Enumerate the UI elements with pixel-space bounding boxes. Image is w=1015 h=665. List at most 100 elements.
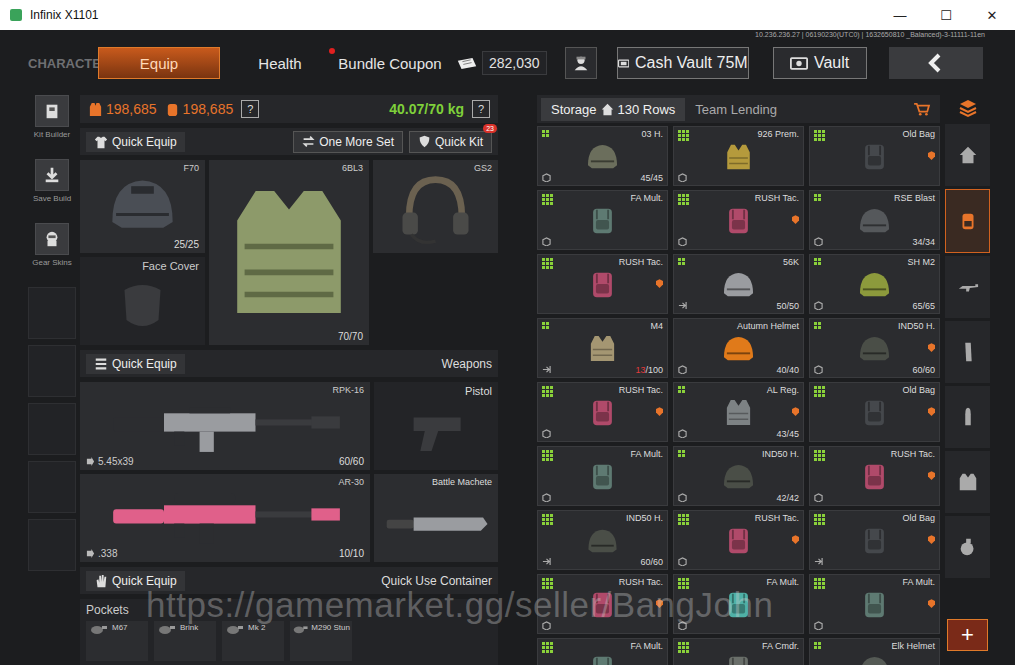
quick-equip-button[interactable]: Quick Equip [86,571,185,591]
quick-equip-button[interactable]: Quick Equip [86,354,185,374]
helmet-icon [86,173,199,239]
storage-item[interactable]: RUSH Tac. [537,254,668,314]
size-grid-icon [678,258,686,266]
storage-item[interactable]: FA Mult. [809,574,940,634]
storage-item[interactable]: RSE Blast34/34 [809,190,940,250]
helmet-icon [678,461,799,492]
insured-icon [656,407,663,416]
tool-button[interactable]: Save Build [33,159,71,203]
pocket-item[interactable]: Mk 2 [222,621,284,661]
gear-slot[interactable]: Face Cover [80,257,205,345]
exit-icon [542,557,551,566]
storage-item[interactable]: RUSH Tac. [537,574,668,634]
size-grid-icon [678,514,690,526]
box-icon [542,493,551,502]
machete-icon [380,487,492,559]
storage-item[interactable]: 56K50/50 [673,254,804,314]
storage-item[interactable]: RUSH Tac. [537,382,668,442]
storage-item[interactable]: IND50 H.42/42 [673,446,804,506]
storage-item[interactable]: AL Reg.43/45 [673,382,804,442]
pocket-item[interactable]: M290 Stun [290,621,352,661]
category-tab[interactable] [945,189,990,253]
storage-item[interactable]: FA Mult. [537,446,668,506]
container-title: Quick Use Container [381,574,492,588]
size-grid-icon [678,194,690,206]
category-tab[interactable] [945,321,990,383]
armor-stat: 198,685 [165,101,234,117]
profile-button[interactable] [565,47,597,79]
tool-button[interactable]: Gear Skins [32,223,72,267]
size-grid-icon [678,642,690,654]
durability: 42/42 [776,493,799,503]
pocket-item[interactable]: Brink [154,621,216,661]
storage-item[interactable]: IND50 H.60/60 [809,318,940,378]
storage-item[interactable]: FA Mult. [673,574,804,634]
add-button[interactable]: + [947,619,988,651]
durability: 50/50 [776,301,799,311]
durability: 43/45 [776,429,799,439]
backpack-icon [542,590,663,620]
sell-button[interactable] [908,97,936,121]
tool-button[interactable]: Kit Builder [34,95,70,139]
sidearm-slot[interactable]: Battle Machete [374,474,498,562]
storage-tab[interactable]: Team Lending [685,98,787,121]
insured-icon [928,151,935,160]
storage-item[interactable]: Old Bag [809,382,940,442]
category-tab[interactable] [945,256,990,318]
storage-item[interactable]: RUSH Tac. [673,190,804,250]
storage-tab[interactable]: Storage130 Rows [541,98,685,121]
one-more-set-button[interactable]: One More Set [293,131,403,153]
gear-slot[interactable]: F7025/25 [80,160,205,253]
storage-item[interactable]: M413/100 [537,318,668,378]
weapon-slot[interactable]: AR-30 .33810/10 [80,474,370,562]
storage-item[interactable]: RUSH Tac. [809,446,940,506]
backpack-icon [957,210,979,232]
gear-slot[interactable]: GS2 [373,160,498,253]
magazine-icon [957,341,979,363]
category-tab[interactable] [945,386,990,448]
vault-button[interactable]: Vault [773,47,867,79]
gear-slot[interactable]: 6BL370/70 [209,160,369,345]
storage-item[interactable]: Elk Helmet [809,638,940,665]
filter-button[interactable] [945,95,990,121]
watermark: https://gamemarket.gg/seller/BangJohn [146,585,773,625]
storage-item[interactable]: 03 H.45/45 [537,126,668,186]
nav-tab[interactable]: Health [240,48,320,78]
category-tab[interactable] [945,516,990,578]
size-grid-icon [678,130,690,142]
storage-item[interactable]: Autumn Helmet40/40 [673,318,804,378]
category-tab[interactable] [945,451,990,513]
box-icon [542,173,551,182]
category-tab[interactable] [945,124,990,186]
storage-item[interactable]: 926 Prem. [673,126,804,186]
storage-item[interactable]: Old Bag [809,510,940,570]
pocket-item[interactable]: M67 [86,621,148,661]
backpack-icon [678,654,799,665]
exit-icon [678,301,687,310]
storage-item[interactable]: FA Mult. [537,190,668,250]
empty-slot [28,461,76,513]
vault-button[interactable]: Cash Vault 75M [617,47,749,79]
back-button[interactable] [889,47,983,79]
window-control[interactable]: — [877,0,923,30]
insured-icon [792,407,799,416]
storage-item[interactable]: SH M265/65 [809,254,940,314]
help-button[interactable]: ? [241,100,259,118]
home-icon [957,144,979,166]
nav-tab[interactable]: Bundle Coupon [334,48,446,78]
storage-item[interactable]: IND50 H.60/60 [537,510,668,570]
help-button[interactable]: ? [472,100,490,118]
window-control[interactable]: ✕ [969,0,1015,30]
sidearm-slot[interactable]: Pistol [374,382,498,470]
weapon-slot[interactable]: RPK-16 5.45x3960/60 [80,382,370,470]
quick-equip-button[interactable]: Quick Equip [86,132,185,152]
storage-item[interactable]: FA Cmdr. [673,638,804,665]
storage-item[interactable]: RUSH Tac. [673,510,804,570]
storage-panel: Storage130 RowsTeam Lending 03 H.45/45926… [537,95,940,665]
window-control[interactable]: ☐ [923,0,969,30]
size-grid-icon [542,386,554,398]
storage-item[interactable]: FA Mult. [537,638,668,665]
storage-item[interactable]: Old Bag [809,126,940,186]
nav-tab[interactable]: Equip [98,47,220,79]
quick-kit-button[interactable]: Quick Kit23 [409,131,492,153]
